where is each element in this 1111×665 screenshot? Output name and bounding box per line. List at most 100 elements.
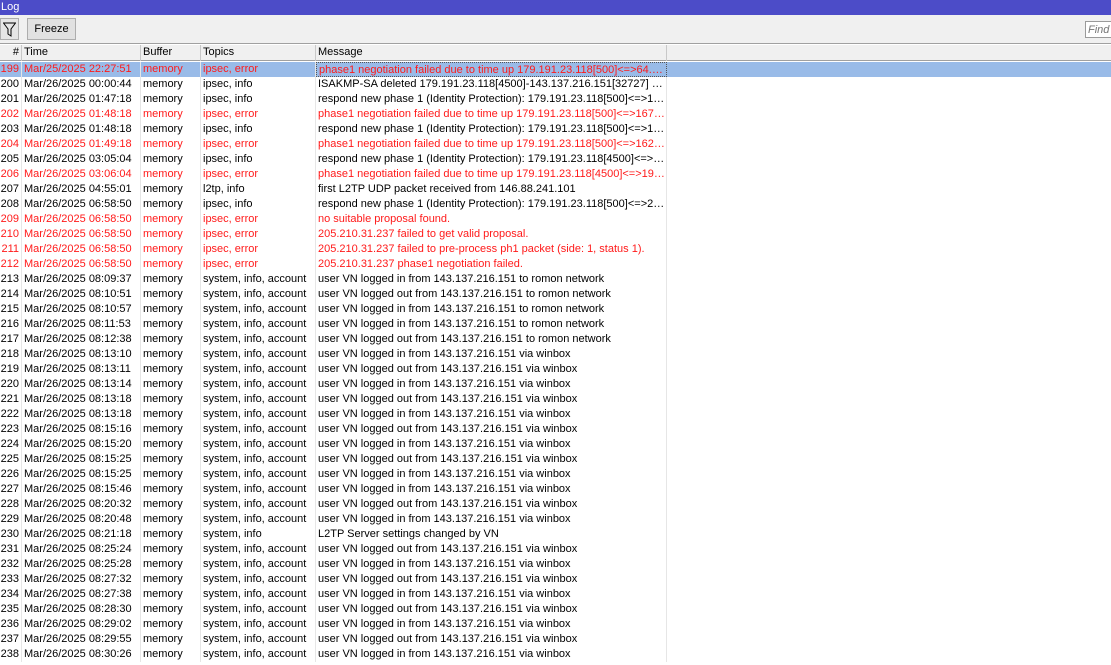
table-row[interactable]: 204 Mar/26/2025 01:49:18 memory ipsec, erro… bbox=[0, 137, 1111, 152]
row-time: Mar/26/2025 01:48:18 bbox=[22, 122, 141, 137]
row-number: 229 bbox=[0, 512, 22, 527]
table-row[interactable]: 235 Mar/26/2025 08:28:30 memory system, inf… bbox=[0, 602, 1111, 617]
table-row[interactable]: 225 Mar/26/2025 08:15:25 memory system, inf… bbox=[0, 452, 1111, 467]
row-number: 222 bbox=[0, 407, 22, 422]
row-message: user VN logged in from 143.137.216.151 v… bbox=[316, 437, 667, 452]
table-row[interactable]: 219 Mar/26/2025 08:13:11 memory system, inf… bbox=[0, 362, 1111, 377]
row-time: Mar/26/2025 08:13:18 bbox=[22, 392, 141, 407]
column-header-buffer[interactable]: Buffer bbox=[141, 45, 201, 61]
table-row[interactable]: 226 Mar/26/2025 08:15:25 memory system, inf… bbox=[0, 467, 1111, 482]
row-time: Mar/26/2025 03:05:04 bbox=[22, 152, 141, 167]
table-row[interactable]: 217 Mar/26/2025 08:12:38 memory system, inf… bbox=[0, 332, 1111, 347]
row-time: Mar/26/2025 08:13:10 bbox=[22, 347, 141, 362]
freeze-button[interactable]: Freeze bbox=[27, 18, 76, 40]
row-buffer: memory bbox=[141, 527, 201, 542]
row-message: 205.210.31.237 phase1 negotiation failed… bbox=[316, 257, 667, 272]
column-header-number[interactable]: # bbox=[0, 45, 22, 61]
table-row[interactable]: 232 Mar/26/2025 08:25:28 memory system, inf… bbox=[0, 557, 1111, 572]
row-message: user VN logged in from 143.137.216.151 t… bbox=[316, 272, 667, 287]
row-buffer: memory bbox=[141, 572, 201, 587]
row-time: Mar/26/2025 08:27:32 bbox=[22, 572, 141, 587]
row-number: 202 bbox=[0, 107, 22, 122]
row-topics: system, info, account bbox=[201, 602, 316, 617]
row-topics: system, info, account bbox=[201, 572, 316, 587]
table-row[interactable]: 227 Mar/26/2025 08:15:46 memory system, inf… bbox=[0, 482, 1111, 497]
table-row[interactable]: 222 Mar/26/2025 08:13:18 memory system, inf… bbox=[0, 407, 1111, 422]
row-topics: ipsec, info bbox=[201, 152, 316, 167]
table-row[interactable]: 209 Mar/26/2025 06:58:50 memory ipsec, erro… bbox=[0, 212, 1111, 227]
row-number: 238 bbox=[0, 647, 22, 662]
table-row[interactable]: 203 Mar/26/2025 01:48:18 memory ipsec, info… bbox=[0, 122, 1111, 137]
table-row[interactable]: 234 Mar/26/2025 08:27:38 memory system, inf… bbox=[0, 587, 1111, 602]
filter-button[interactable] bbox=[0, 18, 19, 40]
table-row[interactable]: 228 Mar/26/2025 08:20:32 memory system, inf… bbox=[0, 497, 1111, 512]
row-topics: system, info, account bbox=[201, 617, 316, 632]
row-message: user VN logged in from 143.137.216.151 t… bbox=[316, 302, 667, 317]
table-row[interactable]: 236 Mar/26/2025 08:29:02 memory system, inf… bbox=[0, 617, 1111, 632]
table-row[interactable]: 221 Mar/26/2025 08:13:18 memory system, inf… bbox=[0, 392, 1111, 407]
row-time: Mar/26/2025 01:48:18 bbox=[22, 107, 141, 122]
column-header-topics[interactable]: Topics bbox=[201, 45, 316, 61]
table-row[interactable]: 201 Mar/26/2025 01:47:18 memory ipsec, info… bbox=[0, 92, 1111, 107]
table-row[interactable]: 205 Mar/26/2025 03:05:04 memory ipsec, info… bbox=[0, 152, 1111, 167]
row-time: Mar/26/2025 08:11:53 bbox=[22, 317, 141, 332]
row-topics: ipsec, info bbox=[201, 77, 316, 92]
table-row[interactable]: 218 Mar/26/2025 08:13:10 memory system, inf… bbox=[0, 347, 1111, 362]
find-input[interactable] bbox=[1085, 21, 1111, 38]
row-topics: system, info, account bbox=[201, 272, 316, 287]
row-number: 201 bbox=[0, 92, 22, 107]
row-buffer: memory bbox=[141, 647, 201, 662]
table-row[interactable]: 216 Mar/26/2025 08:11:53 memory system, inf… bbox=[0, 317, 1111, 332]
row-buffer: memory bbox=[141, 377, 201, 392]
row-message: user VN logged in from 143.137.216.151 v… bbox=[316, 647, 667, 662]
row-message: respond new phase 1 (Identity Protection… bbox=[318, 152, 667, 167]
row-message: user VN logged out from 143.137.216.151 … bbox=[316, 452, 667, 467]
row-number: 211 bbox=[0, 242, 22, 257]
row-time: Mar/26/2025 08:13:14 bbox=[22, 377, 141, 392]
row-message: user VN logged in from 143.137.216.151 t… bbox=[316, 317, 667, 332]
row-buffer: memory bbox=[141, 227, 201, 242]
row-time: Mar/26/2025 08:27:38 bbox=[22, 587, 141, 602]
row-message: ISAKMP-SA deleted 179.191.23.118[4500]-1… bbox=[318, 77, 667, 92]
table-row[interactable]: 229 Mar/26/2025 08:20:48 memory system, inf… bbox=[0, 512, 1111, 527]
table-row[interactable]: 211 Mar/26/2025 06:58:50 memory ipsec, erro… bbox=[0, 242, 1111, 257]
table-row[interactable]: 223 Mar/26/2025 08:15:16 memory system, inf… bbox=[0, 422, 1111, 437]
row-message: respond new phase 1 (Identity Protection… bbox=[318, 197, 667, 212]
row-time: Mar/26/2025 01:47:18 bbox=[22, 92, 141, 107]
table-row[interactable]: 224 Mar/26/2025 08:15:20 memory system, inf… bbox=[0, 437, 1111, 452]
table-row[interactable]: 206 Mar/26/2025 03:06:04 memory ipsec, erro… bbox=[0, 167, 1111, 182]
row-buffer: memory bbox=[141, 302, 201, 317]
row-time: Mar/26/2025 08:28:30 bbox=[22, 602, 141, 617]
table-row[interactable]: 237 Mar/26/2025 08:29:55 memory system, inf… bbox=[0, 632, 1111, 647]
row-number: 200 bbox=[0, 77, 22, 92]
table-row[interactable]: 220 Mar/26/2025 08:13:14 memory system, inf… bbox=[0, 377, 1111, 392]
table-row[interactable]: 208 Mar/26/2025 06:58:50 memory ipsec, info… bbox=[0, 197, 1111, 212]
row-number: 232 bbox=[0, 557, 22, 572]
row-message: user VN logged out from 143.137.216.151 … bbox=[316, 572, 667, 587]
column-header-message[interactable]: Message bbox=[316, 45, 667, 61]
row-topics: ipsec, error bbox=[201, 107, 316, 122]
row-message: 205.210.31.237 failed to get valid propo… bbox=[316, 227, 667, 242]
table-row[interactable]: 215 Mar/26/2025 08:10:57 memory system, inf… bbox=[0, 302, 1111, 317]
table-row[interactable]: 212 Mar/26/2025 06:58:50 memory ipsec, erro… bbox=[0, 257, 1111, 272]
table-row[interactable]: 210 Mar/26/2025 06:58:50 memory ipsec, erro… bbox=[0, 227, 1111, 242]
row-time: Mar/26/2025 08:15:46 bbox=[22, 482, 141, 497]
row-buffer: memory bbox=[141, 392, 201, 407]
row-time: Mar/26/2025 08:15:20 bbox=[22, 437, 141, 452]
row-message: user VN logged in from 143.137.216.151 v… bbox=[316, 587, 667, 602]
column-header-time[interactable]: Time bbox=[22, 45, 141, 61]
row-number: 203 bbox=[0, 122, 22, 137]
row-buffer: memory bbox=[141, 317, 201, 332]
table-row[interactable]: 233 Mar/26/2025 08:27:32 memory system, inf… bbox=[0, 572, 1111, 587]
row-time: Mar/26/2025 00:00:44 bbox=[22, 77, 141, 92]
table-row[interactable]: 207 Mar/26/2025 04:55:01 memory l2tp, info f… bbox=[0, 182, 1111, 197]
table-row[interactable]: 199 Mar/25/2025 22:27:51 memory ipsec, erro… bbox=[0, 62, 1111, 77]
table-row[interactable]: 200 Mar/26/2025 00:00:44 memory ipsec, info… bbox=[0, 77, 1111, 92]
table-row[interactable]: 230 Mar/26/2025 08:21:18 memory system, inf… bbox=[0, 527, 1111, 542]
table-row[interactable]: 213 Mar/26/2025 08:09:37 memory system, inf… bbox=[0, 272, 1111, 287]
table-row[interactable]: 202 Mar/26/2025 01:48:18 memory ipsec, erro… bbox=[0, 107, 1111, 122]
row-message: user VN logged in from 143.137.216.151 v… bbox=[316, 347, 667, 362]
table-row[interactable]: 238 Mar/26/2025 08:30:26 memory system, inf… bbox=[0, 647, 1111, 662]
table-row[interactable]: 231 Mar/26/2025 08:25:24 memory system, inf… bbox=[0, 542, 1111, 557]
table-row[interactable]: 214 Mar/26/2025 08:10:51 memory system, inf… bbox=[0, 287, 1111, 302]
